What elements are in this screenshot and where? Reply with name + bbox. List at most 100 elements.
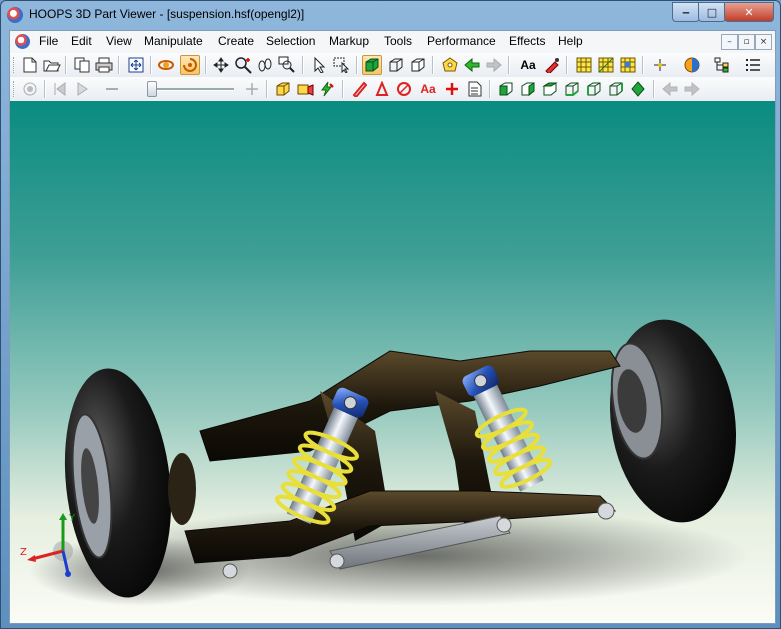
stop-icon[interactable] [102, 79, 122, 99]
point-icon[interactable] [650, 55, 670, 75]
forward-arrow-icon[interactable] [484, 55, 504, 75]
menu-bar: File Edit View Manipulate Create Selecti… [10, 31, 775, 54]
play-icon[interactable] [72, 79, 92, 99]
menu-manipulate[interactable]: Manipulate [144, 34, 203, 48]
z-axis-label: Z [20, 547, 27, 558]
turntable-icon[interactable] [180, 55, 200, 75]
window-title: HOOPS 3D Part Viewer - [suspension.hsf(o… [29, 7, 305, 21]
shaded-icon[interactable] [362, 55, 382, 75]
hierarchy-icon[interactable] [712, 55, 732, 75]
menu-create[interactable]: Create [218, 34, 254, 48]
toolbar-separator [489, 80, 491, 98]
menu-markup[interactable]: Markup [329, 34, 369, 48]
cube-bottom-icon[interactable] [562, 79, 582, 99]
markup-text-button[interactable]: Aa [418, 79, 438, 99]
axis-triad: Y Z [20, 513, 76, 577]
toolbar-separator [118, 56, 120, 74]
animation-slider-track[interactable] [152, 88, 234, 91]
cube-top-icon[interactable] [540, 79, 560, 99]
rewind-icon[interactable] [50, 79, 70, 99]
toolbar-separator [266, 80, 268, 98]
cube-back-icon[interactable] [518, 79, 538, 99]
toolbar-grip[interactable] [13, 57, 17, 73]
print-icon[interactable] [94, 55, 114, 75]
minimize-button[interactable]: ‒ [672, 2, 700, 22]
menu-selection[interactable]: Selection [266, 34, 315, 48]
toolbar-grip[interactable] [13, 81, 17, 97]
select-area-icon[interactable] [332, 55, 352, 75]
zoom-window-icon[interactable] [277, 55, 297, 75]
menu-tools[interactable]: Tools [384, 34, 412, 48]
pencil-icon[interactable] [350, 79, 370, 99]
lightning-icon[interactable] [317, 79, 337, 99]
markup-cross-icon[interactable] [442, 79, 462, 99]
annotate-icon[interactable] [542, 55, 562, 75]
text-button[interactable]: Aa [518, 55, 538, 75]
toolbar-separator [44, 80, 46, 98]
note-icon[interactable] [465, 79, 485, 99]
3d-viewport[interactable]: Y Z [10, 101, 775, 623]
document-icon[interactable] [15, 34, 30, 49]
mdi-close-button[interactable]: × [755, 34, 772, 50]
secondary-toolbar: Aa [10, 77, 775, 102]
plus-icon[interactable] [242, 79, 262, 99]
y-axis-label: Y [68, 513, 76, 524]
pan-icon[interactable] [211, 55, 231, 75]
render-mode-icon[interactable] [682, 55, 702, 75]
hidden-line-icon[interactable] [408, 55, 428, 75]
polygon-icon[interactable] [372, 79, 392, 99]
camera-icon[interactable] [295, 79, 315, 99]
animation-slider-thumb[interactable] [147, 81, 157, 97]
title-bar[interactable]: HOOPS 3D Part Viewer - [suspension.hsf(o… [1, 1, 780, 29]
wireframe-icon[interactable] [386, 55, 406, 75]
iso-view-icon[interactable] [628, 79, 648, 99]
walk-icon[interactable] [255, 55, 275, 75]
mdi-minimize-button[interactable]: – [721, 34, 738, 50]
toolbar-separator [432, 56, 434, 74]
close-button[interactable]: ✕ [724, 2, 774, 22]
cube-left-icon[interactable] [584, 79, 604, 99]
open-icon[interactable] [42, 55, 62, 75]
menu-help[interactable]: Help [558, 34, 583, 48]
list-icon[interactable] [743, 55, 763, 75]
menu-view[interactable]: View [106, 34, 132, 48]
main-toolbar: Aa [10, 53, 775, 78]
circle-icon[interactable] [394, 79, 414, 99]
menu-edit[interactable]: Edit [71, 34, 92, 48]
cube-right-icon[interactable] [606, 79, 626, 99]
copy-icon[interactable] [72, 55, 92, 75]
grid-1-icon[interactable] [574, 55, 594, 75]
home-view-icon[interactable] [440, 55, 460, 75]
toolbar-separator [205, 56, 207, 74]
toolbar-separator [642, 56, 644, 74]
grid-3-icon[interactable] [618, 55, 638, 75]
client-area: File Edit View Manipulate Create Selecti… [9, 30, 776, 624]
toolbar-separator [150, 56, 152, 74]
suspension-model[interactable] [10, 101, 775, 623]
select-icon[interactable] [310, 55, 330, 75]
next-view-icon[interactable] [682, 79, 702, 99]
menu-file[interactable]: File [39, 34, 58, 48]
toolbar-separator [342, 80, 344, 98]
cube-front-icon[interactable] [496, 79, 516, 99]
mdi-restore-button[interactable]: ▫ [738, 34, 755, 50]
toolbar-separator [302, 56, 304, 74]
maximize-button[interactable]: □ [698, 2, 726, 22]
record-icon[interactable] [20, 79, 40, 99]
toolbar-separator [356, 56, 358, 74]
toolbar-separator [566, 56, 568, 74]
measure-box-icon[interactable] [273, 79, 293, 99]
prev-view-icon[interactable] [660, 79, 680, 99]
toolbar-separator [653, 80, 655, 98]
menu-performance[interactable]: Performance [427, 34, 496, 48]
menu-effects[interactable]: Effects [509, 34, 545, 48]
back-arrow-icon[interactable] [462, 55, 482, 75]
orbit-icon[interactable] [156, 55, 176, 75]
grid-2-icon[interactable] [596, 55, 616, 75]
new-icon[interactable] [20, 55, 40, 75]
fit-window-icon[interactable] [126, 55, 146, 75]
zoom-icon[interactable] [233, 55, 253, 75]
toolbar-separator [508, 56, 510, 74]
app-icon [7, 7, 23, 23]
toolbar-separator [65, 56, 67, 74]
